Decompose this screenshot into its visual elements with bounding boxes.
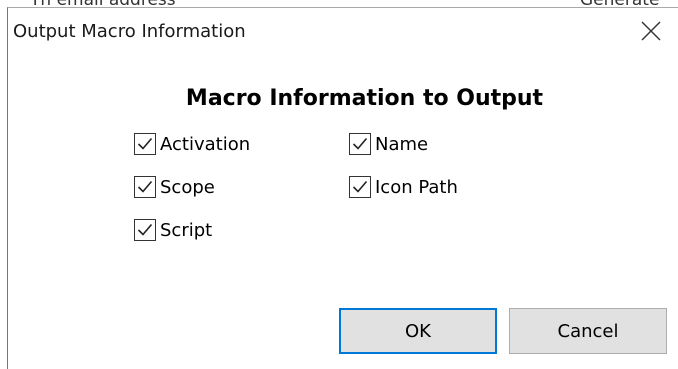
output-macro-dialog: Output Macro Information Macro Informati… xyxy=(7,7,678,369)
script-checkbox[interactable] xyxy=(134,219,156,241)
checkmark-icon xyxy=(137,223,153,236)
dialog-titlebar[interactable]: Output Macro Information xyxy=(8,8,678,58)
option-icon-path[interactable]: Icon Path xyxy=(349,174,458,200)
activation-checkbox[interactable] xyxy=(134,133,156,155)
icon-path-label: Icon Path xyxy=(375,176,458,198)
name-label: Name xyxy=(375,133,429,155)
cancel-button[interactable]: Cancel xyxy=(509,308,667,354)
option-activation[interactable]: Activation xyxy=(134,131,250,157)
name-checkbox[interactable] xyxy=(349,133,371,155)
checkmark-icon xyxy=(137,137,153,150)
checkmark-icon xyxy=(352,137,368,150)
checkmark-icon xyxy=(137,180,153,193)
scope-label: Scope xyxy=(160,176,215,198)
option-scope[interactable]: Scope xyxy=(134,174,215,200)
option-script[interactable]: Script xyxy=(134,217,212,243)
close-icon xyxy=(641,21,661,41)
icon-path-checkbox[interactable] xyxy=(349,176,371,198)
ok-button[interactable]: OK xyxy=(339,308,497,354)
scope-checkbox[interactable] xyxy=(134,176,156,198)
activation-label: Activation xyxy=(160,133,251,155)
script-label: Script xyxy=(160,219,213,241)
close-button[interactable] xyxy=(630,10,674,54)
dialog-title: Output Macro Information xyxy=(13,21,246,42)
section-heading: Macro Information to Output xyxy=(185,86,544,111)
option-name[interactable]: Name xyxy=(349,131,428,157)
checkmark-icon xyxy=(352,180,368,193)
